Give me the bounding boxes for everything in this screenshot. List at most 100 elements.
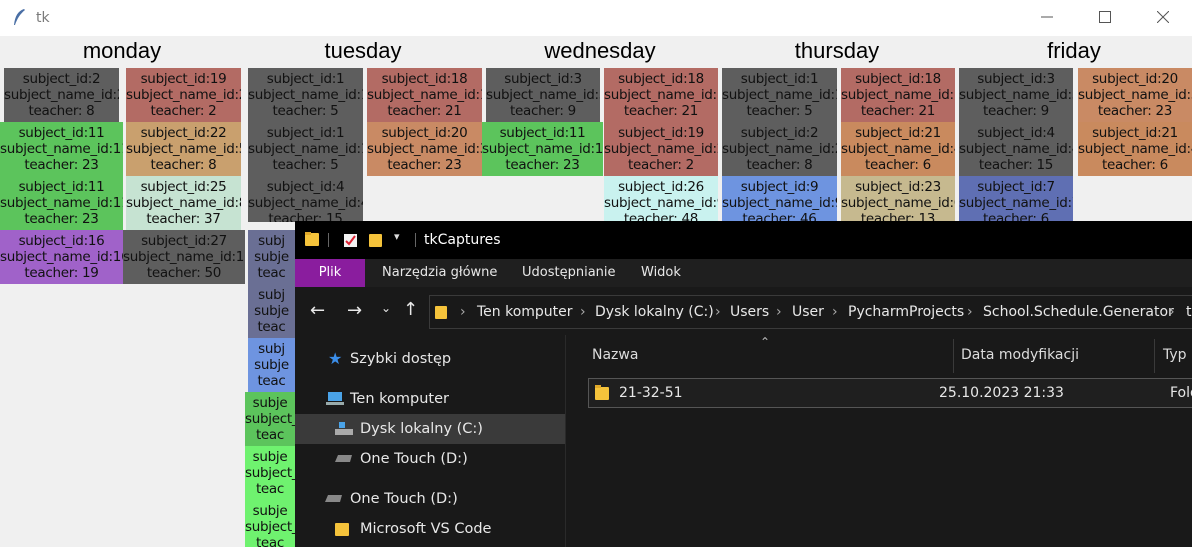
- lesson-cell: subject_id:27 subject_name_id:10 teacher: …: [123, 230, 245, 284]
- nav-item-label: Dysk lokalny (C:): [360, 421, 483, 437]
- chevron-right-icon: ›: [460, 304, 466, 320]
- chevron-down-icon[interactable]: ▾: [394, 230, 400, 243]
- subject-name-id: subject_name_id:4: [1078, 141, 1192, 157]
- file-list: ⌃ Nazwa Data modyfikacji Typ 21-32-51 25…: [566, 335, 1192, 547]
- lesson-cell: subject_id:18 subject_name_id:1 teacher: 2…: [367, 68, 482, 122]
- lesson-cell: subject_id:1 subject_name_id:1 teacher: 5: [248, 122, 363, 176]
- lesson-cell: subject_id:11 subject_name_id:11 teacher: …: [0, 122, 123, 176]
- teacher: teac: [257, 373, 286, 389]
- day-header-friday: friday: [1047, 38, 1101, 63]
- lesson-cell: subject_id:23 subject_name_id:6 teacher: 1…: [841, 176, 955, 222]
- forward-arrow-icon[interactable]: →: [347, 300, 362, 321]
- new-folder-icon[interactable]: [369, 232, 383, 248]
- teacher: teacher: 21: [623, 103, 699, 119]
- column-divider[interactable]: [1154, 339, 1155, 373]
- breadcrumb-item[interactable]: User: [792, 304, 824, 320]
- nav-item-one-touch-d[interactable]: One Touch (D:): [295, 484, 565, 514]
- teacher: teacher: 2: [150, 103, 217, 119]
- lesson-cell: subject_id:11 subject_name_id:11 teacher: …: [0, 176, 123, 230]
- chevron-right-icon: ›: [832, 304, 838, 320]
- up-arrow-icon[interactable]: ↑: [403, 299, 418, 320]
- breadcrumb-item[interactable]: t: [1186, 304, 1192, 320]
- breadcrumb-item[interactable]: PycharmProjects: [848, 304, 964, 320]
- chevron-right-icon: ›: [776, 304, 782, 320]
- subject-id: subject_id:7: [977, 179, 1055, 195]
- subject-name-id: subject_name_id:9: [722, 195, 837, 211]
- day-header-monday: monday: [82, 38, 162, 63]
- subject-id: subje: [252, 449, 288, 465]
- tab-narzedzia-glowne[interactable]: Narzędzia główne: [382, 259, 497, 287]
- subject-name-id: subject_name_id:1: [841, 87, 955, 103]
- subject-id: subject_id:16: [18, 233, 105, 249]
- column-header-type[interactable]: Typ: [1163, 347, 1187, 363]
- tk-titlebar: tk: [0, 0, 1192, 36]
- subject-id: subject_id:20: [1092, 71, 1178, 87]
- teacher: teac: [257, 319, 286, 335]
- folder-icon: [305, 232, 319, 246]
- subject-id: subject_id:20: [381, 125, 468, 141]
- subject-id: subject_id:2: [740, 125, 819, 141]
- recent-locations-chevron-icon[interactable]: ⌄: [381, 301, 391, 315]
- nav-item-label: One Touch (D:): [360, 451, 468, 467]
- drive-icon: [335, 455, 352, 462]
- breadcrumb-item[interactable]: Dysk lokalny (C:): [595, 304, 714, 320]
- subject-id: subject_id:1: [266, 71, 345, 87]
- lesson-cell: subject_id:18 subject_name_id:1 teacher: 2…: [841, 68, 955, 122]
- subject-id: subject_id:1: [266, 125, 345, 141]
- lesson-cell: subject_id:11 subject_name_id:11 teacher: …: [482, 122, 603, 176]
- star-icon: ★: [328, 349, 343, 368]
- explorer-titlebar: ▾ tkCaptures: [295, 221, 1192, 259]
- subject-name-id: subject_name_id:3: [367, 141, 482, 157]
- subject-id: subject_id:3: [504, 71, 582, 87]
- nav-item-quick-access[interactable]: ★ Szybki dostęp: [295, 344, 565, 374]
- file-row[interactable]: 21-32-51 25.10.2023 21:33 Fold: [588, 378, 1192, 408]
- close-button[interactable]: [1134, 0, 1192, 34]
- teacher: teacher: 50: [146, 265, 222, 281]
- teacher: teacher: 23: [24, 211, 99, 227]
- close-icon: [1157, 11, 1169, 23]
- properties-icon[interactable]: [343, 232, 359, 248]
- lesson-cell: subject_id:2 subject_name_id:2 teacher: 8: [4, 68, 119, 122]
- subject-name-id: subject_: [245, 519, 295, 535]
- maximize-button[interactable]: [1076, 0, 1134, 34]
- computer-icon: [326, 392, 344, 405]
- subject-name-id: subject_name_id:9: [604, 195, 718, 211]
- breadcrumb-item[interactable]: School.Schedule.Generator: [983, 304, 1174, 320]
- subject-id: subject_id:21: [855, 125, 941, 141]
- column-header-name[interactable]: Nazwa: [592, 347, 638, 363]
- tab-widok[interactable]: Widok: [641, 259, 681, 287]
- subject-id: subj: [258, 233, 285, 249]
- file-type: Fold: [1170, 385, 1192, 401]
- nav-item-vs-code[interactable]: Microsoft VS Code: [295, 514, 565, 544]
- minimize-icon: [1041, 16, 1053, 18]
- navigation-pane: ★ Szybki dostęp Ten komputer Dysk lokaln…: [295, 335, 565, 547]
- subject-name-id: subject_: [245, 411, 295, 427]
- subject-id: subj: [258, 287, 285, 303]
- lesson-cell: subje subject_ teac: [245, 500, 295, 547]
- file-name: 21-32-51: [619, 385, 683, 401]
- teacher: teacher: 5: [746, 103, 813, 119]
- nav-item-label: One Touch (D:): [350, 491, 458, 507]
- ribbon-tabs: Plik Narzędzia główne Udostępnianie Wido…: [295, 259, 1192, 287]
- subject-name-id: subject_name_id:3: [486, 87, 600, 103]
- breadcrumb-item[interactable]: Users: [730, 304, 769, 320]
- breadcrumb[interactable]: › Ten komputer › Dysk lokalny (C:) › Use…: [429, 295, 1192, 329]
- lesson-cell: subje subject_ teac: [245, 446, 295, 500]
- lesson-cell: subject_id:18 subject_name_id:1 teacher: 2…: [604, 68, 718, 122]
- column-header-date[interactable]: Data modyfikacji: [961, 347, 1079, 363]
- lesson-cell: subject_id:20 subject_name_id:3 teacher: 2…: [367, 122, 482, 176]
- nav-item-this-pc[interactable]: Ten komputer: [295, 384, 565, 414]
- breadcrumb-item[interactable]: Ten komputer: [477, 304, 573, 320]
- tab-plik[interactable]: Plik: [295, 259, 365, 287]
- day-header-tuesday: tuesday: [324, 38, 402, 63]
- back-arrow-icon[interactable]: ←: [310, 300, 325, 321]
- chevron-right-icon: ›: [580, 304, 586, 320]
- minimize-button[interactable]: [1018, 0, 1076, 34]
- nav-item-local-disk-c[interactable]: Dysk lokalny (C:): [295, 414, 565, 444]
- lesson-cell: subject_id:9 subject_name_id:9 teacher: 46: [722, 176, 837, 222]
- tab-udostepnianie[interactable]: Udostępnianie: [522, 259, 616, 287]
- column-divider[interactable]: [953, 339, 954, 373]
- teacher: teacher: 23: [24, 157, 99, 173]
- lesson-cell: subject_id:1 subject_name_id:1 teacher: 5: [248, 68, 363, 122]
- nav-item-one-touch-d[interactable]: One Touch (D:): [295, 444, 565, 474]
